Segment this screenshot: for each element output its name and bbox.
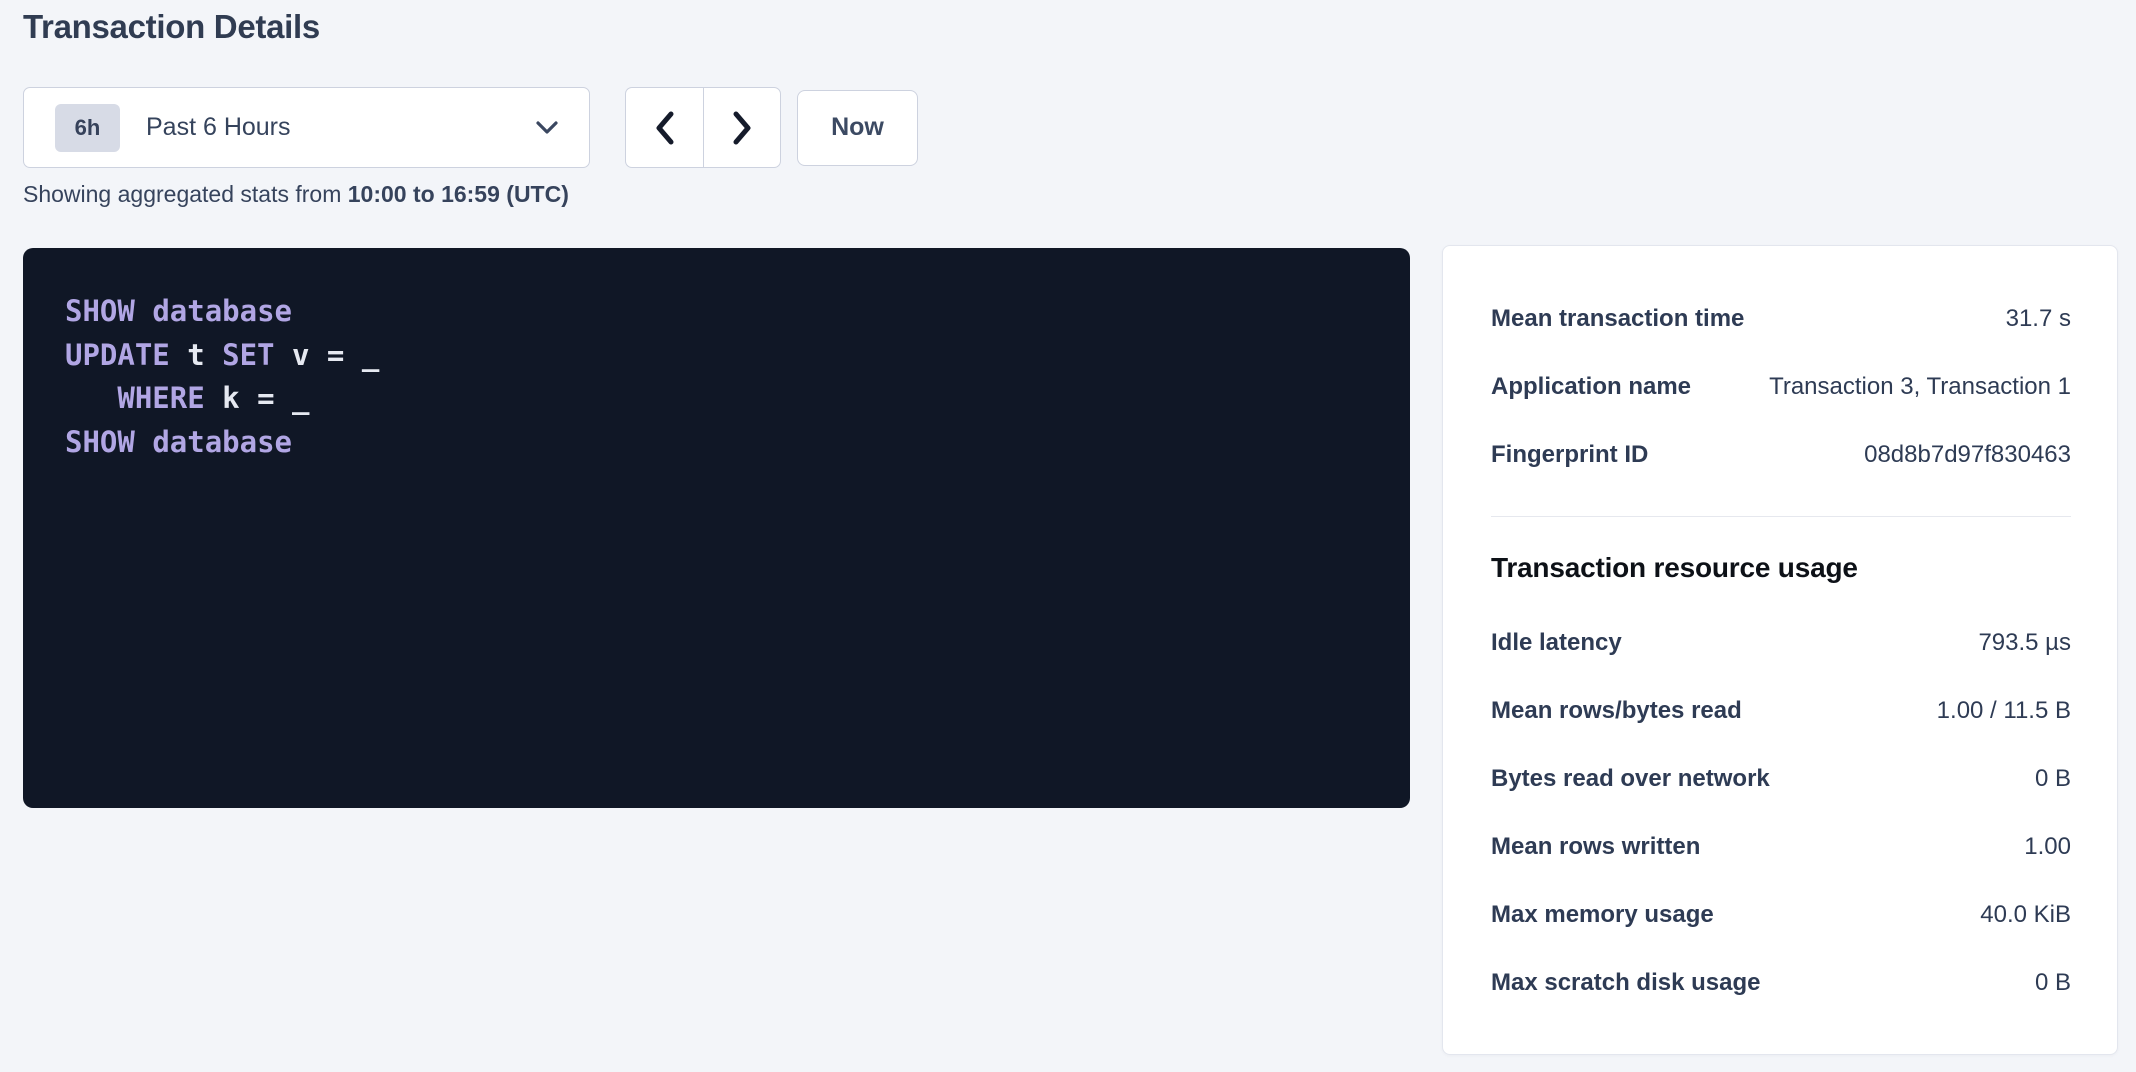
sql-token: t — [187, 338, 222, 372]
resource-usage-rows: Idle latency 793.5 µs Mean rows/bytes read… — [1491, 609, 2071, 1017]
sql-token: = — [257, 381, 292, 415]
summary-stat-row: Mean transaction time 31.7 s — [1491, 285, 2071, 353]
stat-value: Transaction 3, Transaction 1 — [1769, 373, 2071, 401]
stat-value: 0 B — [2035, 969, 2071, 997]
sql-token: = — [327, 338, 362, 372]
sql-token: _ — [362, 338, 379, 372]
time-range-dropdown[interactable]: 6h Past 6 Hours — [23, 87, 590, 168]
stat-label: Bytes read over network — [1491, 765, 1770, 793]
panel-divider — [1491, 516, 2071, 517]
time-nav-group — [625, 87, 781, 168]
sql-keyword: SET — [222, 338, 292, 372]
stat-label: Application name — [1491, 373, 1691, 401]
stat-label: Mean transaction time — [1491, 305, 1744, 333]
sql-keyword: database — [152, 294, 292, 328]
aggregated-stats-caption: Showing aggregated stats from 10:00 to 1… — [23, 181, 569, 208]
sql-keyword: SHOW — [65, 425, 152, 459]
sql-keyword: database — [152, 425, 292, 459]
time-range-selected-label: Past 6 Hours — [146, 113, 291, 142]
stat-label: Max memory usage — [1491, 901, 1714, 929]
sql-token: v — [292, 338, 327, 372]
stat-label: Max scratch disk usage — [1491, 969, 1760, 997]
stat-value: 1.00 — [2024, 833, 2071, 861]
sql-keyword: UPDATE — [65, 338, 187, 372]
resource-stat-row: Mean rows written 1.00 — [1491, 813, 2071, 881]
resource-usage-section-title: Transaction resource usage — [1491, 547, 2071, 589]
page-title: Transaction Details — [23, 8, 320, 46]
previous-interval-button[interactable] — [625, 87, 703, 168]
resource-stat-row: Idle latency 793.5 µs — [1491, 609, 2071, 677]
chevron-left-icon — [654, 110, 676, 146]
stat-value: 08d8b7d97f830463 — [1864, 441, 2071, 469]
time-range-badge: 6h — [55, 104, 120, 152]
stat-value: 40.0 KiB — [1980, 901, 2071, 929]
sql-statement-box: SHOW database UPDATE t SET v = _ WHERE k… — [23, 248, 1410, 808]
caption-prefix: Showing aggregated stats from — [23, 181, 348, 207]
sql-token — [65, 381, 117, 415]
stat-label: Idle latency — [1491, 629, 1622, 657]
transaction-summary-panel: Mean transaction time 31.7 s Application n… — [1442, 245, 2118, 1055]
time-picker-controls: 6h Past 6 Hours Now — [23, 87, 918, 168]
sql-keyword: SHOW — [65, 294, 152, 328]
summary-stat-row: Fingerprint ID 08d8b7d97f830463 — [1491, 421, 2071, 489]
sql-statement-text: SHOW database UPDATE t SET v = _ WHERE k… — [65, 290, 1380, 464]
resource-stat-row: Max scratch disk usage 0 B — [1491, 949, 2071, 1017]
sql-token: k — [222, 381, 257, 415]
sql-token: _ — [292, 381, 309, 415]
next-interval-button[interactable] — [703, 87, 781, 168]
chevron-right-icon — [731, 110, 753, 146]
caption-time-range: 10:00 to 16:59 (UTC) — [348, 181, 569, 207]
summary-stat-row: Application name Transaction 3, Transacti… — [1491, 353, 2071, 421]
stat-label: Mean rows/bytes read — [1491, 697, 1742, 725]
resource-stat-row: Max memory usage 40.0 KiB — [1491, 881, 2071, 949]
stat-value: 0 B — [2035, 765, 2071, 793]
resource-stat-row: Mean rows/bytes read 1.00 / 11.5 B — [1491, 677, 2071, 745]
chevron-down-icon — [535, 120, 559, 136]
stat-label: Fingerprint ID — [1491, 441, 1648, 469]
stat-value: 1.00 / 11.5 B — [1937, 697, 2071, 725]
now-button[interactable]: Now — [797, 90, 918, 166]
summary-rows: Mean transaction time 31.7 s Application n… — [1491, 285, 2071, 489]
stat-label: Mean rows written — [1491, 833, 1700, 861]
stat-value: 793.5 µs — [1978, 629, 2071, 657]
sql-keyword: WHERE — [117, 381, 222, 415]
resource-stat-row: Bytes read over network 0 B — [1491, 745, 2071, 813]
stat-value: 31.7 s — [2006, 305, 2071, 333]
